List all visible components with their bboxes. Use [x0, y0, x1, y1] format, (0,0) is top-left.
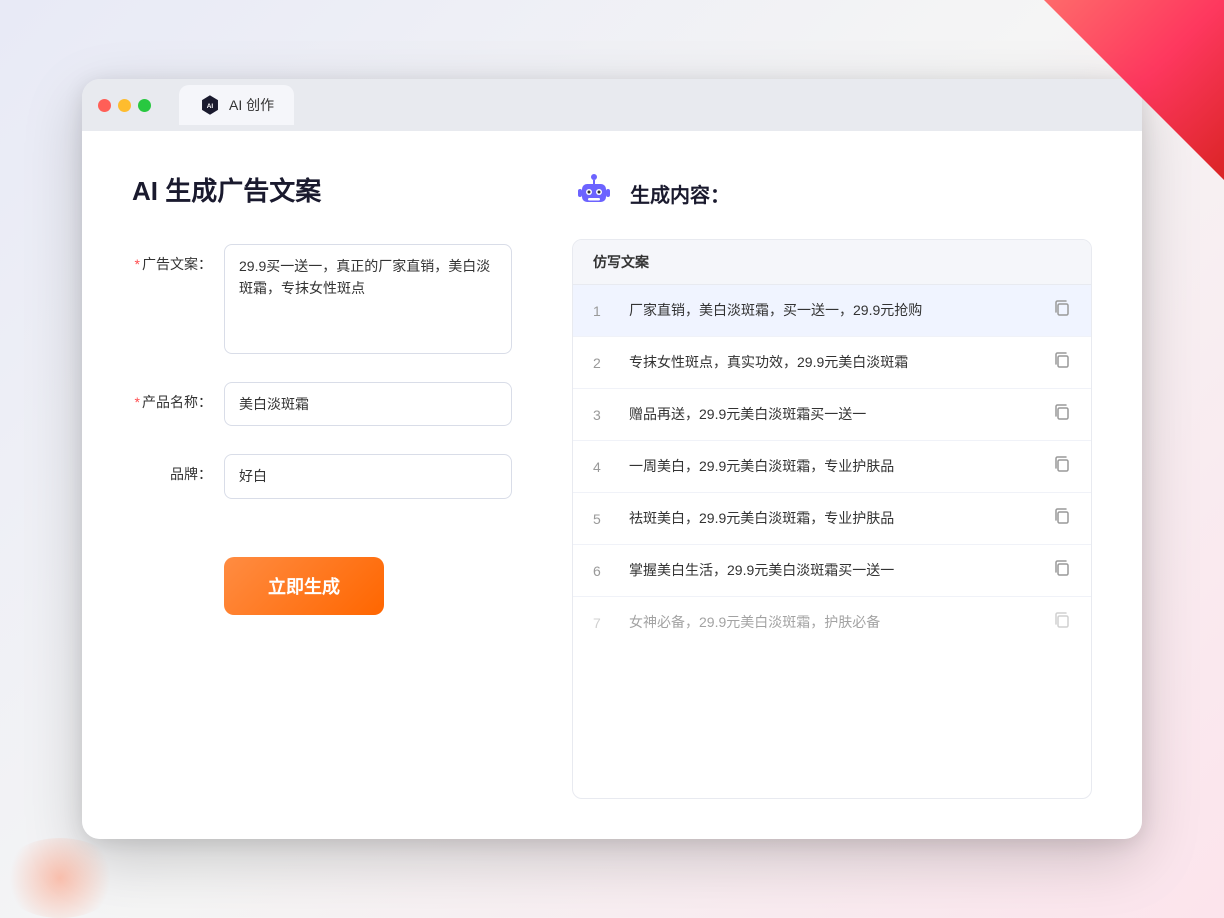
- copy-icon[interactable]: [1053, 403, 1071, 426]
- row-text: 专抹女性斑点，真实功效，29.9元美白淡斑霜: [629, 352, 1037, 373]
- right-panel: 生成内容： 仿写文案 1 厂家直销，美白淡斑霜，买一送一，29.9元抢购 2 专抹女…: [572, 171, 1092, 799]
- row-text: 掌握美白生活，29.9元美白淡斑霜买一送一: [629, 560, 1037, 581]
- row-text: 祛斑美白，29.9元美白淡斑霜，专业护肤品: [629, 508, 1037, 529]
- page-title: AI 生成广告文案: [132, 171, 512, 208]
- svg-text:AI: AI: [207, 103, 214, 110]
- ad-copy-input[interactable]: [224, 244, 512, 354]
- product-name-label: *产品名称：: [132, 382, 212, 412]
- copy-icon[interactable]: [1053, 611, 1071, 634]
- content-area: AI 生成广告文案 *广告文案： *产品名称： 品牌： 立: [82, 131, 1142, 839]
- right-panel-title: 生成内容：: [630, 179, 730, 208]
- row-text: 赠品再送，29.9元美白淡斑霜买一送一: [629, 404, 1037, 425]
- table-row: 1 厂家直销，美白淡斑霜，买一送一，29.9元抢购: [573, 285, 1091, 337]
- table-row: 3 赠品再送，29.9元美白淡斑霜买一送一: [573, 389, 1091, 441]
- ad-copy-field-group: *广告文案：: [132, 244, 512, 354]
- row-number: 6: [593, 563, 613, 579]
- results-table: 仿写文案 1 厂家直销，美白淡斑霜，买一送一，29.9元抢购 2 专抹女性斑点，真实…: [572, 239, 1092, 799]
- product-name-input[interactable]: [224, 382, 512, 426]
- table-row: 4 一周美白，29.9元美白淡斑霜，专业护肤品: [573, 441, 1091, 493]
- copy-icon[interactable]: [1053, 299, 1071, 322]
- table-row: 7 女神必备，29.9元美白淡斑霜，护肤必备: [573, 597, 1091, 648]
- row-number: 4: [593, 459, 613, 475]
- right-header: 生成内容：: [572, 171, 1092, 215]
- close-button[interactable]: [98, 99, 111, 112]
- bg-decoration-bottom-left: [0, 838, 120, 918]
- window-controls: [98, 99, 151, 112]
- browser-window: AI AI 创作 AI 生成广告文案 *广告文案： *产品名称：: [82, 79, 1142, 839]
- row-number: 7: [593, 615, 613, 631]
- brand-input[interactable]: [224, 454, 512, 498]
- row-number: 2: [593, 355, 613, 371]
- copy-icon[interactable]: [1053, 559, 1071, 582]
- table-row: 5 祛斑美白，29.9元美白淡斑霜，专业护肤品: [573, 493, 1091, 545]
- product-name-required-star: *: [135, 394, 140, 410]
- row-text: 一周美白，29.9元美白淡斑霜，专业护肤品: [629, 456, 1037, 477]
- table-row: 2 专抹女性斑点，真实功效，29.9元美白淡斑霜: [573, 337, 1091, 389]
- tab-label: AI 创作: [229, 95, 274, 115]
- ai-tab-icon: AI: [199, 94, 221, 116]
- brand-label: 品牌：: [132, 454, 212, 484]
- table-row: 6 掌握美白生活，29.9元美白淡斑霜买一送一: [573, 545, 1091, 597]
- row-text: 厂家直销，美白淡斑霜，买一送一，29.9元抢购: [629, 300, 1037, 321]
- row-text: 女神必备，29.9元美白淡斑霜，护肤必备: [629, 612, 1037, 633]
- minimize-button[interactable]: [118, 99, 131, 112]
- copy-icon[interactable]: [1053, 351, 1071, 374]
- row-number: 3: [593, 407, 613, 423]
- ad-copy-required-star: *: [135, 256, 140, 272]
- copy-icon[interactable]: [1053, 455, 1071, 478]
- ad-copy-label: *广告文案：: [132, 244, 212, 274]
- robot-icon: [572, 171, 616, 215]
- table-header: 仿写文案: [573, 240, 1091, 285]
- product-name-field-group: *产品名称：: [132, 382, 512, 426]
- generate-button[interactable]: 立即生成: [224, 557, 384, 615]
- brand-field-group: 品牌：: [132, 454, 512, 498]
- copy-icon[interactable]: [1053, 507, 1071, 530]
- table-body: 1 厂家直销，美白淡斑霜，买一送一，29.9元抢购 2 专抹女性斑点，真实功效，29…: [573, 285, 1091, 648]
- ai-creation-tab[interactable]: AI AI 创作: [179, 85, 294, 125]
- left-panel: AI 生成广告文案 *广告文案： *产品名称： 品牌： 立: [132, 171, 512, 799]
- row-number: 1: [593, 303, 613, 319]
- title-bar: AI AI 创作: [82, 79, 1142, 131]
- row-number: 5: [593, 511, 613, 527]
- maximize-button[interactable]: [138, 99, 151, 112]
